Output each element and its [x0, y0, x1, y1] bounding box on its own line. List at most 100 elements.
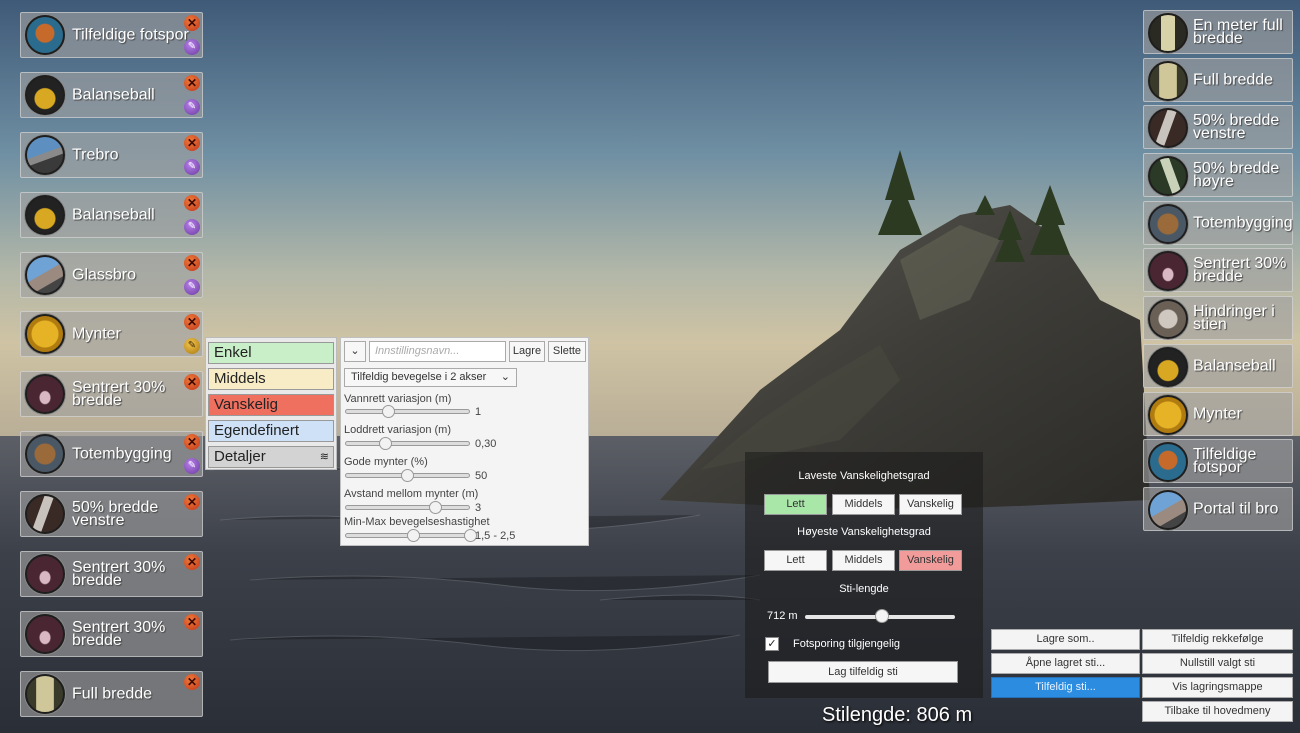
segment-tile[interactable]: Sentrert 30% bredde ✕	[20, 371, 203, 418]
portal-bridge-thumb	[1148, 489, 1188, 530]
wrench-icon-active[interactable]: ✎	[184, 338, 200, 355]
slider-handle[interactable]	[378, 437, 392, 450]
difficulty-custom-button[interactable]: Egendefinert	[208, 420, 334, 442]
open-saved-path-button[interactable]: Åpne lagret sti...	[991, 653, 1140, 674]
make-random-path-button[interactable]: Lag tilfeldig sti	[768, 661, 958, 683]
segment-tile[interactable]: Balanseball ✕ ✎	[20, 191, 203, 238]
highest-easy-button[interactable]: Lett	[764, 550, 827, 571]
totem-thumb	[25, 434, 65, 475]
segment-tile[interactable]: 50% bredde høyre	[1143, 153, 1293, 198]
difficulty-medium-button[interactable]: Middels	[208, 368, 334, 390]
delete-icon[interactable]: ✕	[184, 134, 200, 151]
wrench-icon[interactable]: ✎	[184, 278, 200, 295]
segment-label: Portal til bro	[1193, 500, 1279, 518]
balance-ball-thumb	[25, 194, 65, 235]
delete-icon[interactable]: ✕	[184, 374, 200, 391]
segment-tile[interactable]: Totembygging	[1143, 200, 1293, 245]
segment-label: Mynter	[72, 325, 121, 343]
lowest-medium-button[interactable]: Middels	[832, 494, 895, 515]
difficulty-hard-button[interactable]: Vanskelig	[208, 394, 334, 416]
footprints-checkbox[interactable]: ✓	[765, 637, 779, 651]
segment-label: Totembygging	[1193, 214, 1293, 232]
delete-icon[interactable]: ✕	[184, 494, 200, 511]
delete-icon[interactable]: ✕	[184, 15, 200, 31]
segment-tile[interactable]: 50% bredde venstre ✕	[20, 491, 203, 538]
segment-label: Balanseball	[1193, 357, 1276, 375]
segment-tile[interactable]: En meter full bredde	[1143, 10, 1293, 54]
segment-tile[interactable]: Mynter	[1143, 391, 1293, 436]
segment-tile[interactable]: Totembygging ✕ ✎	[20, 431, 203, 478]
segment-label: Sentrert 30% bredde	[72, 559, 166, 590]
delete-icon[interactable]: ✕	[184, 434, 200, 451]
segment-label: Balanseball	[72, 206, 155, 224]
segment-label: Totembygging	[72, 445, 172, 463]
slider-handle[interactable]	[428, 501, 442, 514]
random-path-button[interactable]: Tilfeldig sti...	[991, 677, 1140, 698]
settings-panel: ⌄ Innstillingsnavn... Lagre Slette Tilfe…	[340, 337, 589, 546]
segment-tile[interactable]: Sentrert 30% bredde ✕	[20, 551, 203, 598]
segment-tile[interactable]: Mynter ✕ ✎	[20, 311, 203, 358]
obstacles-thumb	[1148, 299, 1188, 340]
segment-tile[interactable]: Tilfeldige fotspor	[1143, 439, 1293, 484]
path-length-title: Sti-lengde	[839, 583, 889, 595]
delete-settings-button[interactable]: Slette	[548, 341, 586, 362]
segment-tile[interactable]: Full bredde	[1143, 57, 1293, 102]
range-low-handle[interactable]	[407, 529, 421, 542]
segment-label: Hindringer i stien	[1193, 303, 1275, 334]
delete-icon[interactable]: ✕	[184, 554, 200, 571]
segment-tile[interactable]: Sentrert 30% bredde	[1143, 248, 1293, 293]
slider-handle[interactable]	[401, 469, 414, 482]
lowest-easy-button[interactable]: Lett	[764, 494, 827, 515]
delete-icon[interactable]: ✕	[184, 314, 200, 331]
segment-tile[interactable]: 50% bredde venstre	[1143, 105, 1293, 150]
slider-handle[interactable]	[874, 609, 889, 623]
movement-select[interactable]: Tilfeldig bevegelse i 2 akser ⌄	[344, 368, 517, 387]
show-save-folder-button[interactable]: Vis lagringsmappe	[1142, 677, 1293, 698]
centered-path-thumb	[1148, 251, 1188, 292]
wrench-icon[interactable]: ✎	[184, 218, 200, 235]
segment-label: En meter full bredde	[1193, 17, 1283, 47]
segment-tile[interactable]: Balanseball ✕ ✎	[20, 71, 203, 118]
settings-name-input[interactable]: Innstillingsnavn...	[369, 341, 506, 362]
delete-icon[interactable]: ✕	[184, 194, 200, 211]
glass-bridge-thumb	[25, 254, 65, 295]
coin-distance-slider[interactable]	[345, 505, 470, 510]
segment-label: 50% bredde venstre	[1193, 112, 1280, 143]
footprints-label: Fotsporing tilgjengelig	[793, 638, 901, 650]
segment-label: Tilfeldige fotspor	[72, 26, 189, 44]
lowest-hard-button[interactable]: Vanskelig	[899, 494, 962, 515]
back-to-main-menu-button[interactable]: Tilbake til hovedmeny	[1142, 701, 1293, 722]
wrench-icon[interactable]: ✎	[184, 39, 200, 55]
delete-icon[interactable]: ✕	[184, 613, 200, 630]
segment-tile[interactable]: Portal til bro	[1143, 486, 1293, 531]
random-order-button[interactable]: Tilfeldig rekkefølge	[1142, 629, 1293, 650]
horizontal-variation-slider[interactable]	[345, 409, 470, 414]
segment-tile[interactable]: Hindringer i stien	[1143, 296, 1293, 341]
difficulty-easy-button[interactable]: Enkel	[208, 342, 334, 364]
segment-tile[interactable]: Balanseball	[1143, 343, 1293, 388]
segment-tile[interactable]: Full bredde ✕	[20, 670, 203, 717]
preset-dropdown-button[interactable]: ⌄	[344, 341, 366, 362]
delete-icon[interactable]: ✕	[184, 254, 200, 271]
wrench-icon[interactable]: ✎	[184, 98, 200, 115]
full-path-thumb	[1148, 60, 1188, 101]
segment-label: 50% bredde venstre	[72, 499, 159, 530]
delete-icon[interactable]: ✕	[184, 673, 200, 690]
wrench-icon[interactable]: ✎	[184, 158, 200, 175]
segment-tile[interactable]: Tilfeldige fotspor ✕ ✎	[20, 12, 203, 58]
slider-handle[interactable]	[382, 405, 396, 418]
vertical-variation-slider[interactable]	[345, 441, 470, 446]
segment-tile[interactable]: Sentrert 30% bredde ✕	[20, 610, 203, 657]
save-as-button[interactable]: Lagre som..	[991, 629, 1140, 650]
delete-icon[interactable]: ✕	[184, 74, 200, 91]
save-settings-button[interactable]: Lagre	[509, 341, 545, 362]
totem-thumb	[1148, 203, 1188, 244]
segment-tile[interactable]: Trebro ✕ ✎	[20, 131, 203, 178]
segment-tile[interactable]: Glassbro ✕ ✎	[20, 251, 203, 298]
difficulty-details-button[interactable]: Detaljer ≋	[208, 446, 334, 468]
highest-medium-button[interactable]: Middels	[832, 550, 895, 571]
wrench-icon[interactable]: ✎	[184, 458, 200, 475]
reset-selected-path-button[interactable]: Nullstill valgt sti	[1142, 653, 1293, 674]
segment-label: 50% bredde høyre	[1193, 160, 1280, 191]
highest-hard-button[interactable]: Vanskelig	[899, 550, 962, 571]
